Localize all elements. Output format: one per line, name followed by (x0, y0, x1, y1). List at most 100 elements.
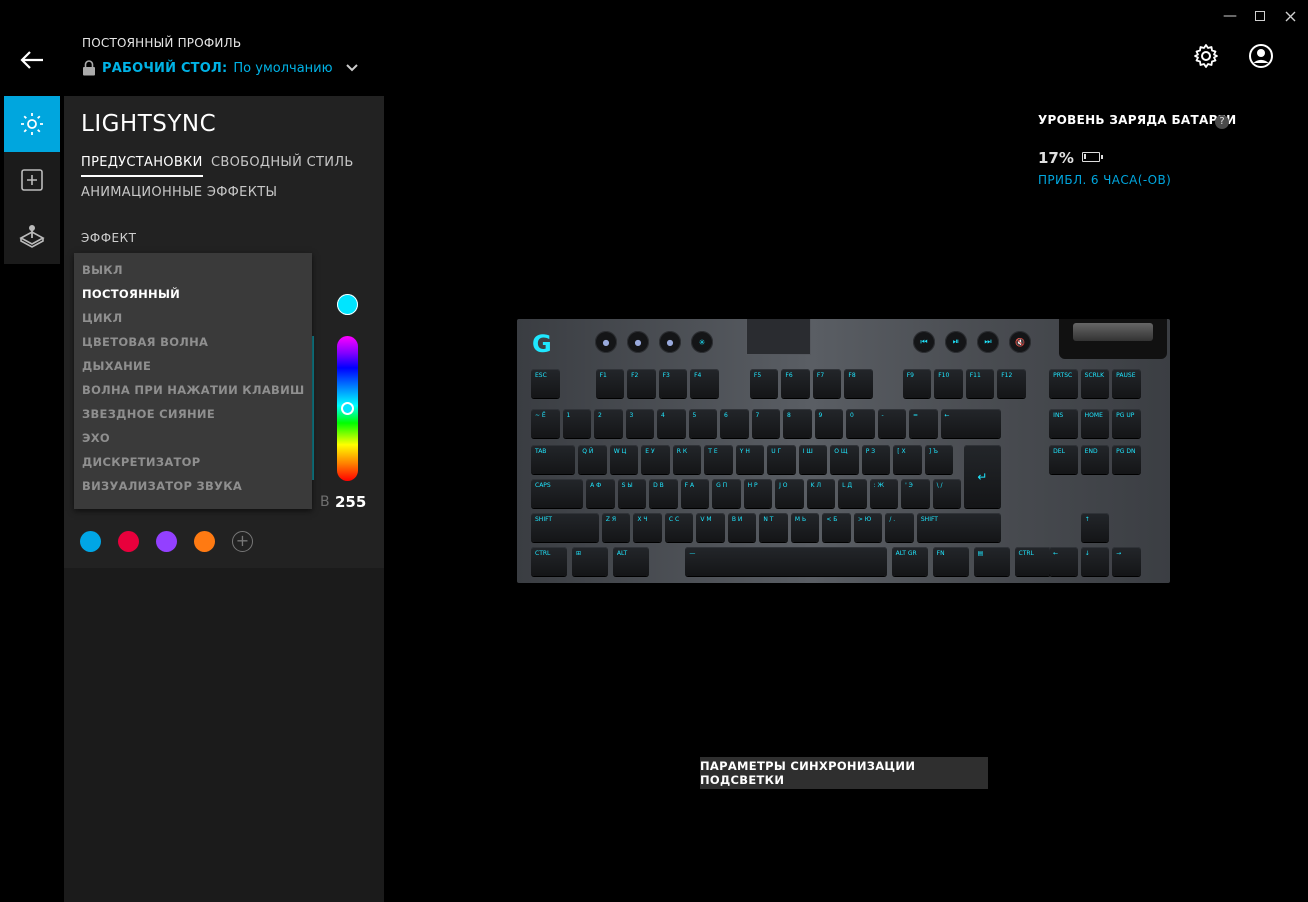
battery-title: УРОВЕНЬ ЗАРЯДА БАТАРЕИ (1038, 113, 1237, 127)
plus-box-icon (21, 169, 43, 191)
keyboard-key: ALT (612, 547, 650, 576)
keyboard-key: F4 (690, 369, 719, 398)
keyboard-key: R К (672, 445, 702, 474)
keyboard-key: — (685, 547, 888, 576)
keyboard-key: D В (649, 479, 678, 508)
keyboard-key: U Г (767, 445, 796, 474)
prev-track-icon: ⏮ (913, 331, 935, 353)
effect-option[interactable]: ЦИКЛ (82, 311, 122, 325)
mute-icon: 🔇 (1009, 331, 1031, 353)
lightsync-icon: ✳ (691, 331, 713, 353)
profile-selector[interactable]: РАБОЧИЙ СТОЛ: По умолчанию (82, 60, 359, 76)
add-color-button[interactable]: + (232, 531, 253, 552)
effect-option[interactable]: ВОЛНА ПРИ НАЖАТИИ КЛАВИШ (82, 383, 305, 397)
keyboard-key: SHIFT (531, 513, 599, 542)
keyboard-key: 9 (814, 409, 843, 438)
keyboard-key: ~ Ё (531, 409, 560, 438)
lock-icon (83, 60, 95, 76)
keyboard-key: B И (727, 513, 757, 542)
effect-option[interactable]: ЦВЕТОВАЯ ВОЛНА (82, 335, 208, 349)
keyboard-key: P З (861, 445, 891, 474)
keyboard-key: C С (664, 513, 694, 542)
keyboard-key: S Ы (617, 479, 647, 508)
keyboard-key: PG DN (1112, 445, 1141, 474)
rail-gamemode[interactable] (4, 208, 60, 264)
keyboard-key: F11 (965, 369, 995, 398)
battery-icon (1082, 152, 1103, 162)
profile-value: По умолчанию (233, 60, 333, 76)
keyboard-key: Z Я (601, 513, 631, 542)
keyboard-key: F8 (844, 369, 873, 398)
keyboard-key: ALT GR (891, 547, 929, 576)
account-button[interactable] (1248, 43, 1274, 69)
color-swatch[interactable] (118, 531, 139, 552)
brightness-value[interactable]: 255 (335, 493, 366, 511)
effect-option-selected[interactable]: ПОСТОЯННЫЙ (82, 287, 180, 301)
chevron-down-icon (345, 64, 358, 72)
keyboard-key: G П (712, 479, 741, 508)
keyboard-key: ↓ (1080, 547, 1110, 576)
keyboard-key: V М (696, 513, 725, 542)
current-color-swatch[interactable] (337, 294, 358, 315)
panel-title: LIGHTSYNC (81, 111, 217, 137)
profile-label: ПОСТОЯННЫЙ ПРОФИЛЬ (82, 36, 242, 50)
keyboard-key: SHIFT (916, 513, 1001, 542)
effect-option[interactable]: ВЫКЛ (82, 263, 123, 277)
effect-dropdown: ВЫКЛ ПОСТОЯННЫЙ ЦИКЛ ЦВЕТОВАЯ ВОЛНА ДЫХА… (74, 253, 312, 509)
color-preview-strip (312, 336, 314, 480)
keyboard-image: G ● ● ● ✳ ⏮ ⏯ ⏭ 🔇 ESC F1 F2 F3 F4 F5 F6 F7 F8 F9 F… (517, 319, 1170, 583)
rail-assignments[interactable] (4, 152, 60, 208)
battery-time-remaining: ПРИБЛ. 6 ЧАСА(-ОВ) (1038, 173, 1172, 187)
joystick-icon (19, 225, 45, 248)
keyboard-key: M Ь (790, 513, 820, 542)
keyboard-key: PG UP (1112, 409, 1141, 438)
effect-option[interactable]: ЭХО (82, 431, 110, 445)
rail-lightsync[interactable] (4, 96, 60, 152)
keyboard-key: FN (932, 547, 969, 576)
settings-button[interactable] (1193, 43, 1219, 69)
keyboard-key: < Б (822, 513, 851, 542)
keyboard-key: / . (885, 513, 914, 542)
keyboard-key: O Щ (830, 445, 859, 474)
tab-animations[interactable]: АНИМАЦИОННЫЕ ЭФФЕКТЫ (81, 185, 277, 200)
gear-icon (1194, 44, 1218, 68)
effect-option[interactable]: ДИСКРЕТИЗАТОР (82, 455, 200, 469)
keyboard-key: = (909, 409, 938, 438)
keyboard-key: F9 (902, 369, 932, 398)
effect-option[interactable]: ВИЗУАЛИЗАТОР ЗВУКА (82, 479, 242, 493)
help-icon[interactable]: ? (1215, 115, 1229, 129)
keyboard-key: 0 (846, 409, 875, 438)
minimize-button[interactable]: — (1220, 6, 1240, 26)
keyboard-key: 6 (720, 409, 749, 438)
keyboard-key: L Д (838, 479, 867, 508)
keyboard-key: : Ж (869, 479, 899, 508)
game-mode-icon: ● (595, 331, 617, 353)
close-button[interactable] (1280, 6, 1300, 26)
keyboard-key: → (1112, 547, 1141, 576)
keyboard-key: - (877, 409, 906, 438)
keyboard-key: W Ц (609, 445, 639, 474)
power-icon: ● (659, 331, 681, 353)
color-swatch[interactable] (80, 531, 101, 552)
keyboard-key: ] Ъ (924, 445, 954, 474)
tab-freestyle[interactable]: СВОБОДНЫЙ СТИЛЬ (211, 155, 354, 170)
keyboard-key: CTRL (1014, 547, 1051, 576)
color-swatch[interactable] (194, 531, 215, 552)
next-track-icon: ⏭ (977, 331, 999, 353)
play-pause-icon: ⏯ (945, 331, 967, 353)
effect-option[interactable]: ДЫХАНИЕ (82, 359, 151, 373)
hue-slider-thumb[interactable] (341, 402, 354, 415)
tab-presets[interactable]: ПРЕДУСТАНОВКИ (81, 155, 203, 177)
keyboard-key: H Р (743, 479, 773, 508)
keyboard-key: PRTSC (1049, 369, 1078, 398)
left-rail (4, 96, 60, 264)
lighting-sync-settings-button[interactable]: ПАРАМЕТРЫ СИНХРОНИЗАЦИИ ПОДСВЕТКИ (700, 757, 988, 789)
keyboard-key: INS (1049, 409, 1078, 438)
back-button[interactable] (18, 46, 46, 74)
effect-option[interactable]: ЗВЕЗДНОЕ СИЯНИЕ (82, 407, 215, 421)
keyboard-key: K Л (806, 479, 836, 508)
keyboard-key: E У (641, 445, 670, 474)
keyboard-key: F7 (812, 369, 842, 398)
color-swatch[interactable] (156, 531, 177, 552)
maximize-button[interactable] (1250, 6, 1270, 26)
